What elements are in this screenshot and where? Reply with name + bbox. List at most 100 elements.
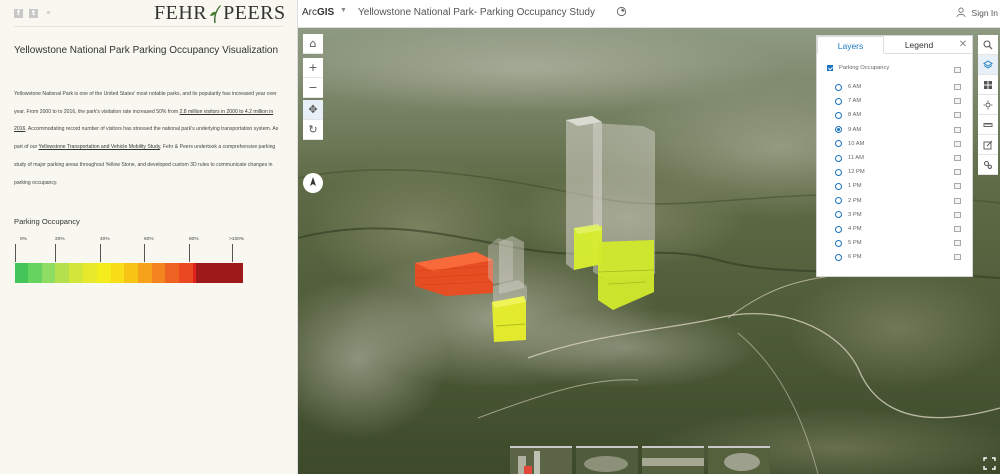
layer-item-time[interactable]: 9 AM xyxy=(835,125,861,135)
layer-options-icon[interactable] xyxy=(954,140,961,147)
tick-label: >100% xyxy=(229,237,245,242)
tick-mark xyxy=(232,244,233,262)
radio-button[interactable] xyxy=(835,197,842,205)
tab-layers[interactable]: Layers xyxy=(817,36,884,54)
study-link[interactable]: Yellowstone Transportation and Vehicle M… xyxy=(39,144,160,150)
radio-button[interactable] xyxy=(835,211,842,219)
measure-button[interactable] xyxy=(978,115,998,135)
layer-options-icon[interactable] xyxy=(954,240,961,247)
slide-thumbnail[interactable] xyxy=(576,446,638,474)
radio-button[interactable] xyxy=(835,83,842,91)
radio-button[interactable] xyxy=(835,126,842,134)
radio-button[interactable] xyxy=(835,111,842,119)
fullscreen-icon[interactable] xyxy=(983,457,996,470)
color-swatch xyxy=(15,263,28,283)
info-icon[interactable] xyxy=(616,6,627,17)
scene-view[interactable]: ⌂ + − ✥ ↻ Layers Legend ✕ Parking Occupa… xyxy=(298,28,1000,474)
settings-button[interactable] xyxy=(978,155,998,175)
daylight-button[interactable] xyxy=(978,95,998,115)
color-swatch xyxy=(42,263,55,283)
radio-button[interactable] xyxy=(835,239,842,247)
layer-options-icon[interactable] xyxy=(954,254,961,261)
layer-item-label: 8 AM xyxy=(848,112,862,119)
zoom-out-button[interactable]: − xyxy=(303,78,323,98)
page-title: Yellowstone National Park Parking Occupa… xyxy=(14,45,279,56)
layer-item-time[interactable]: 10 AM xyxy=(835,139,864,149)
compass-button[interactable] xyxy=(303,173,323,193)
radio-button[interactable] xyxy=(835,182,842,190)
layer-options-icon[interactable] xyxy=(954,126,961,133)
layer-options-icon[interactable] xyxy=(954,155,961,161)
radio-button[interactable] xyxy=(835,168,842,176)
tick-mark xyxy=(55,244,56,262)
radio-button[interactable] xyxy=(835,225,842,233)
layers-button[interactable] xyxy=(978,55,998,75)
pan-button[interactable]: ✥ xyxy=(303,100,323,120)
panel-tabs: Layers Legend xyxy=(817,36,972,54)
layer-group-parking-occupancy[interactable]: Parking Occupancy xyxy=(827,65,889,71)
basemap-button[interactable] xyxy=(978,75,998,95)
close-icon[interactable]: ✕ xyxy=(956,38,970,52)
checkbox-checked[interactable] xyxy=(827,65,833,71)
tab-legend[interactable]: Legend xyxy=(884,36,954,54)
legend-title: Parking Occupancy xyxy=(14,217,80,226)
layer-item-time[interactable]: 3 PM xyxy=(835,210,862,220)
layer-item-time[interactable]: 6 AM xyxy=(835,82,861,92)
layers-icon xyxy=(983,59,993,69)
chevron-down-icon[interactable]: ▼ xyxy=(340,7,347,14)
radio-button[interactable] xyxy=(835,154,842,162)
rotate-button[interactable]: ↻ xyxy=(303,120,323,140)
layer-item-label: 7 AM xyxy=(848,98,862,105)
tick-mark xyxy=(144,244,145,262)
radio-button[interactable] xyxy=(835,253,842,261)
home-button[interactable]: ⌂ xyxy=(303,34,323,54)
layer-item-time[interactable]: 2 PM xyxy=(835,196,862,206)
layer-item-time[interactable]: 4 PM xyxy=(835,224,862,234)
layer-item-label: 3 PM xyxy=(848,211,862,218)
radio-button[interactable] xyxy=(835,140,842,148)
link-icon[interactable]: ⚭ xyxy=(44,9,53,18)
color-swatch xyxy=(55,263,69,283)
layer-options-icon[interactable] xyxy=(954,67,961,73)
right-toolbar xyxy=(978,35,998,175)
layer-item-time[interactable]: 12 PM xyxy=(835,167,865,177)
logo-word-1: FEHR xyxy=(154,2,208,24)
layer-item-time[interactable]: 6 PM xyxy=(835,252,862,262)
layer-options-icon[interactable] xyxy=(954,197,961,204)
color-swatch xyxy=(165,263,179,283)
layer-item-label: 2 PM xyxy=(848,197,862,204)
facebook-icon[interactable]: f xyxy=(14,9,23,18)
twitter-icon[interactable]: t xyxy=(29,9,38,18)
compass-icon xyxy=(310,177,316,186)
color-swatch xyxy=(83,263,97,283)
layer-options-icon[interactable] xyxy=(954,112,961,119)
search-button[interactable] xyxy=(978,35,998,55)
layer-item-time[interactable]: 8 AM xyxy=(835,110,861,120)
radio-button[interactable] xyxy=(835,97,842,105)
sign-in-link[interactable]: Sign In xyxy=(972,8,998,18)
layer-item-label: 12 PM xyxy=(848,169,865,176)
layer-item-time[interactable]: 5 PM xyxy=(835,238,862,248)
layer-item-time[interactable]: 11 AM xyxy=(835,153,864,163)
layer-options-icon[interactable] xyxy=(954,226,961,232)
arcgis-menu[interactable]: ArcGIS xyxy=(302,7,334,18)
slide-thumbnail[interactable] xyxy=(708,446,770,474)
tick-mark xyxy=(189,244,190,262)
slide-thumbnail[interactable] xyxy=(642,446,704,474)
logo-word-2: PEERS xyxy=(223,2,286,24)
layer-item-time[interactable]: 1 PM xyxy=(835,181,862,191)
layer-options-icon[interactable] xyxy=(954,84,961,90)
layer-options-icon[interactable] xyxy=(954,211,961,218)
slide-thumbnail[interactable] xyxy=(510,446,572,474)
share-button[interactable] xyxy=(978,135,998,155)
layer-options-icon[interactable] xyxy=(954,169,961,176)
slide-preview xyxy=(510,448,572,474)
layer-options-icon[interactable] xyxy=(954,183,961,190)
scene-title: Yellowstone National Park- Parking Occup… xyxy=(358,7,595,18)
slide-preview xyxy=(708,448,770,474)
zoom-in-button[interactable]: + xyxy=(303,58,323,78)
layer-item-time[interactable]: 7 AM xyxy=(835,96,861,106)
app-header: ArcGIS ▼ Yellowstone National Park- Park… xyxy=(298,0,1000,28)
measure-icon xyxy=(983,122,993,127)
layer-options-icon[interactable] xyxy=(954,98,961,105)
